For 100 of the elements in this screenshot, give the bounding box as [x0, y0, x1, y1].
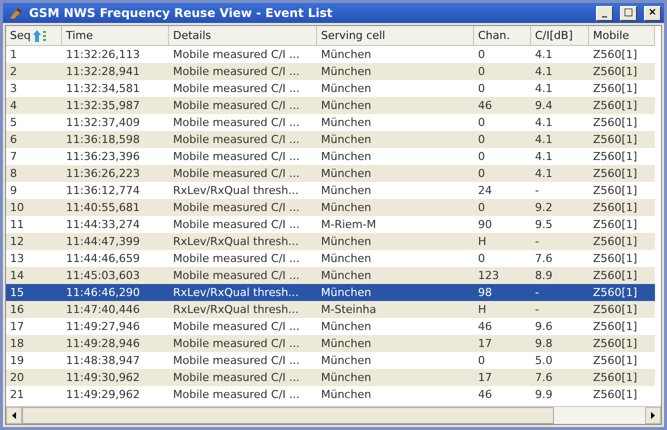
table-cell: Z560[1] [589, 267, 655, 284]
table-cell: 20 [6, 369, 62, 386]
column-label: Chan. [478, 29, 510, 42]
table-cell: Mobile measured C/I ... [169, 369, 317, 386]
left-arrow-icon [12, 412, 16, 419]
table-cell: Mobile measured C/I ... [169, 199, 317, 216]
minimize-button[interactable]: _ [596, 6, 613, 20]
column-header[interactable]: Seq [6, 26, 62, 46]
window-title: GSM NWS Frequency Reuse View - Event List [29, 6, 334, 20]
table-cell: 12 [6, 233, 62, 250]
table-cell: 11:45:03,603 [62, 267, 169, 284]
table-cell: München [317, 199, 474, 216]
table-cell: 8 [6, 165, 62, 182]
scroll-left-button[interactable] [6, 407, 22, 424]
table-cell: RxLev/RxQual thresh... [169, 301, 317, 318]
column-label: Details [173, 29, 212, 42]
table-cell: Z560[1] [589, 97, 655, 114]
table-cell: München [317, 369, 474, 386]
table-cell: 2 [6, 63, 62, 80]
table-cell: 11:46:46,290 [62, 284, 169, 301]
table-cell: - [531, 233, 589, 250]
table-cell: Z560[1] [589, 199, 655, 216]
table-cell: RxLev/RxQual thresh... [169, 284, 317, 301]
table-cell: 7.6 [531, 369, 589, 386]
table-cell: 9.4 [531, 97, 589, 114]
table-cell: 10 [6, 199, 62, 216]
table-cell: Mobile measured C/I ... [169, 335, 317, 352]
table-cell: 0 [474, 131, 531, 148]
table-cell: H [474, 233, 531, 250]
table-cell: 11:32:35,987 [62, 97, 169, 114]
table-cell: München [317, 284, 474, 301]
column-label: Mobile [593, 29, 630, 42]
table-cell: 11:44:47,399 [62, 233, 169, 250]
table-cell: 123 [474, 267, 531, 284]
maximize-button[interactable]: □ [620, 6, 637, 20]
table-cell: München [317, 63, 474, 80]
table-cell: München [317, 165, 474, 182]
table-cell: 9.8 [531, 335, 589, 352]
table-cell: 4 [6, 97, 62, 114]
table-cell: 9.2 [531, 199, 589, 216]
table-cell: 17 [474, 369, 531, 386]
column-header[interactable]: C/I[dB] [531, 26, 589, 46]
column-header[interactable]: Mobile [589, 26, 655, 46]
table-cell: M-Steinha [317, 301, 474, 318]
column-label: Time [66, 29, 93, 42]
table-cell: Z560[1] [589, 301, 655, 318]
table-cell: Z560[1] [589, 63, 655, 80]
table-cell: H [474, 301, 531, 318]
table-cell: 14 [6, 267, 62, 284]
table-cell: 11:36:18,598 [62, 131, 169, 148]
table-cell: 46 [474, 97, 531, 114]
scroll-thumb[interactable] [22, 407, 554, 424]
column-header[interactable]: Chan. [474, 26, 531, 46]
table-cell: 11:32:28,941 [62, 63, 169, 80]
table-cell: RxLev/RxQual thresh... [169, 233, 317, 250]
table-cell: Mobile measured C/I ... [169, 131, 317, 148]
table-cell: München [317, 97, 474, 114]
table-cell: 0 [474, 199, 531, 216]
table-cell: 4.1 [531, 165, 589, 182]
table-cell: Mobile measured C/I ... [169, 165, 317, 182]
table-cell: Z560[1] [589, 369, 655, 386]
table-cell: München [317, 131, 474, 148]
close-button[interactable]: × [644, 6, 661, 20]
table-cell: München [317, 267, 474, 284]
scroll-right-button[interactable] [645, 407, 661, 424]
column-header[interactable]: Time [62, 26, 169, 46]
table-cell: München [317, 233, 474, 250]
table-cell: München [317, 335, 474, 352]
table-cell: 11:49:30,962 [62, 369, 169, 386]
table-cell: 4.1 [531, 131, 589, 148]
column-label: Serving cell [321, 29, 386, 42]
column-header[interactable]: Serving cell [317, 26, 474, 46]
table-cell: 0 [474, 63, 531, 80]
table-cell: Mobile measured C/I ... [169, 97, 317, 114]
right-arrow-icon [651, 412, 655, 419]
table-cell: 16 [6, 301, 62, 318]
horizontal-scrollbar[interactable] [6, 406, 661, 424]
table-cell: - [531, 284, 589, 301]
table-cell: Mobile measured C/I ... [169, 267, 317, 284]
table-cell: 11:49:28,946 [62, 335, 169, 352]
table-cell: Z560[1] [589, 284, 655, 301]
app-icon [9, 6, 23, 20]
table-cell: Z560[1] [589, 233, 655, 250]
column-label: Seq [10, 29, 31, 42]
table-cell: Z560[1] [589, 165, 655, 182]
table-cell: 17 [474, 335, 531, 352]
table-cell: 15 [6, 284, 62, 301]
table-cell: 11:47:40,446 [62, 301, 169, 318]
table-cell: Z560[1] [589, 335, 655, 352]
table-cell: 98 [474, 284, 531, 301]
table-cell: 8.9 [531, 267, 589, 284]
table-cell: Z560[1] [589, 131, 655, 148]
table-cell: 4.1 [531, 63, 589, 80]
column-header[interactable]: Details [169, 26, 317, 46]
table-cell: 0 [474, 165, 531, 182]
column-label: C/I[dB] [535, 29, 573, 42]
table-cell: 18 [6, 335, 62, 352]
table-cell: - [531, 301, 589, 318]
table-cell: 11:36:26,223 [62, 165, 169, 182]
table-cell: Mobile measured C/I ... [169, 63, 317, 80]
